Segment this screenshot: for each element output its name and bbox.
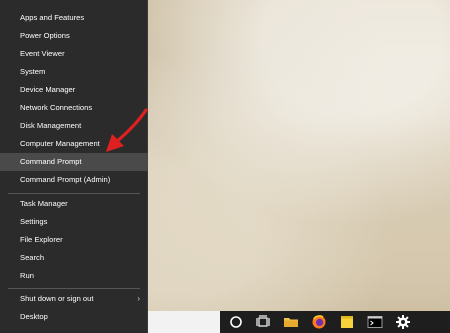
chevron-right-icon: ›: [137, 294, 140, 303]
taskbar: [148, 311, 450, 333]
menu-item-settings[interactable]: Settings: [0, 213, 148, 231]
menu-item-command-prompt-admin[interactable]: Command Prompt (Admin): [0, 171, 148, 189]
menu-item-apps-and-features[interactable]: Apps and Features: [0, 9, 148, 27]
menu-item-task-manager[interactable]: Task Manager: [0, 195, 148, 213]
menu-item-desktop[interactable]: Desktop: [0, 308, 148, 326]
firefox-icon[interactable]: [311, 314, 327, 330]
red-arrow-annotation-icon: [106, 108, 148, 152]
menu-separator: [8, 288, 140, 289]
menu-item-shut-down-or-sign-out[interactable]: Shut down or sign out ›: [0, 290, 148, 308]
menu-item-search[interactable]: Search: [0, 249, 148, 267]
taskbar-search-box[interactable]: [148, 311, 220, 333]
menu-item-run[interactable]: Run: [0, 267, 148, 285]
sticky-notes-icon[interactable]: [339, 314, 355, 330]
menu-item-device-manager[interactable]: Device Manager: [0, 81, 148, 99]
settings-gear-icon[interactable]: [395, 314, 411, 330]
menu-item-event-viewer[interactable]: Event Viewer: [0, 45, 148, 63]
file-explorer-icon[interactable]: [283, 314, 299, 330]
terminal-icon[interactable]: [367, 314, 383, 330]
task-view-icon[interactable]: [255, 314, 271, 330]
menu-item-label: Shut down or sign out: [20, 294, 94, 303]
cortana-icon[interactable]: [228, 314, 244, 330]
menu-item-system[interactable]: System: [0, 63, 148, 81]
winx-context-menu: Apps and Features Power Options Event Vi…: [0, 0, 148, 333]
menu-separator: [8, 193, 140, 194]
menu-item-file-explorer[interactable]: File Explorer: [0, 231, 148, 249]
menu-item-power-options[interactable]: Power Options: [0, 27, 148, 45]
